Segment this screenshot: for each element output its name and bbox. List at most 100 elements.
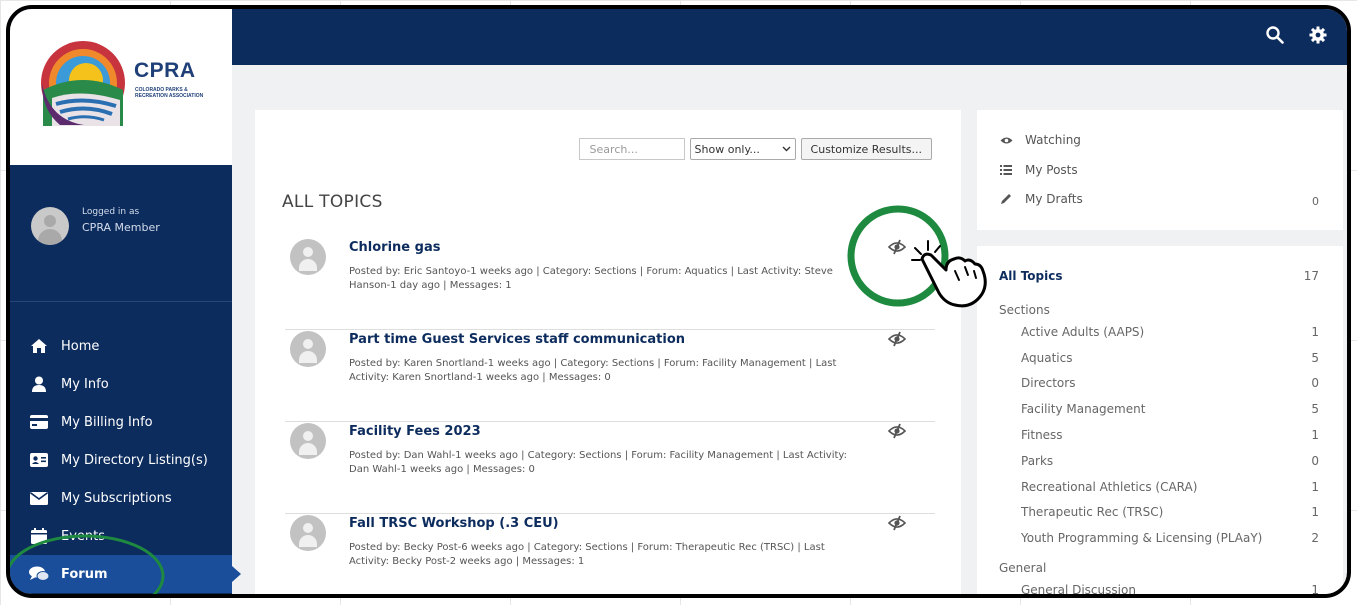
category-name: All Topics	[999, 269, 1063, 283]
user-icon	[29, 376, 49, 392]
show-only-value: Show only...	[694, 142, 760, 156]
category-group-label: General	[999, 561, 1047, 575]
drafts-count: 0	[1312, 195, 1319, 208]
sidebar-item-events[interactable]: Events	[10, 517, 232, 555]
sidebar-item-my-subscriptions[interactable]: My Subscriptions	[10, 479, 232, 517]
logo-name: CPRA	[134, 59, 196, 82]
category-name: Facility Management	[1021, 402, 1146, 416]
user-name: CPRA Member	[82, 221, 160, 234]
credit-card-icon	[29, 414, 49, 430]
sidebar-item-my-info[interactable]: My Info	[10, 365, 232, 403]
category-name: Directors	[1021, 376, 1076, 390]
sidebar-item-home[interactable]: Home	[10, 327, 232, 365]
user-panel[interactable]: Logged in as CPRA Member	[10, 165, 232, 302]
logo-area[interactable]: CPRA COLORADO PARKS & RECREATION ASSOCIA…	[10, 9, 232, 165]
category-count: 0	[1311, 376, 1319, 390]
category-item[interactable]: Aquatics 5	[1021, 351, 1319, 365]
watch-toggle-icon[interactable]	[888, 515, 906, 531]
logged-in-label: Logged in as	[82, 207, 140, 217]
list-icon	[999, 165, 1013, 175]
category-count: 5	[1311, 351, 1319, 365]
topic-item[interactable]: Fall TRSC Workshop (.3 CEU) Posted by: B…	[285, 513, 935, 594]
category-item[interactable]: Active Adults (AAPS) 1	[1021, 325, 1319, 339]
customize-results-button[interactable]: Customize Results...	[800, 138, 932, 160]
topic-meta: Posted by: Karen Snortland-1 weeks ago |…	[349, 358, 837, 383]
category-item[interactable]: General Discussion 1	[1021, 583, 1319, 597]
topic-meta: Posted by: Eric Santoyo-1 weeks ago | Ca…	[349, 266, 833, 291]
topics-toolbar: Show only... Customize Results...	[578, 138, 932, 160]
chevron-down-icon	[782, 146, 791, 152]
sidebar-item-label: My Subscriptions	[61, 490, 172, 506]
category-count: 1	[1311, 505, 1319, 519]
category-group-general[interactable]: General	[999, 561, 1319, 575]
avatar	[31, 207, 69, 245]
category-item[interactable]: Recreational Athletics (CARA) 1	[1021, 480, 1319, 494]
show-only-select[interactable]: Show only...	[689, 138, 796, 160]
topic-title[interactable]: Fall TRSC Workshop (.3 CEU)	[349, 516, 559, 531]
topics-panel: Show only... Customize Results... ALL TO…	[255, 110, 961, 594]
topic-title[interactable]: Chlorine gas	[349, 240, 440, 255]
category-count: 5	[1311, 402, 1319, 416]
category-name: Therapeutic Rec (TRSC)	[1021, 505, 1164, 519]
quick-links-panel: Watching My Posts My Drafts 0	[977, 110, 1343, 230]
topic-item[interactable]: Part time Guest Services staff communica…	[285, 329, 935, 422]
search-icon[interactable]	[1266, 26, 1284, 44]
quick-link-label: My Posts	[1025, 163, 1078, 177]
category-item[interactable]: Facility Management 5	[1021, 402, 1319, 416]
app-window: CPRA COLORADO PARKS & RECREATION ASSOCIA…	[6, 5, 1351, 598]
sidebar-nav: Home My Info My Billing Info My Director…	[10, 327, 241, 593]
category-item[interactable]: Directors 0	[1021, 376, 1319, 390]
envelope-icon	[29, 490, 49, 506]
category-item[interactable]: Therapeutic Rec (TRSC) 1	[1021, 505, 1319, 519]
quick-link-label: My Drafts	[1025, 192, 1083, 206]
category-group-label: Sections	[999, 303, 1050, 317]
avatar	[290, 515, 326, 551]
eye-icon	[999, 136, 1013, 145]
sidebar-item-label: Events	[61, 528, 106, 544]
topic-title[interactable]: Part time Guest Services staff communica…	[349, 332, 685, 347]
quick-link-label: Watching	[1025, 133, 1081, 147]
category-count: 2	[1311, 531, 1319, 545]
category-all-topics[interactable]: All Topics 17	[999, 269, 1319, 283]
sidebar-item-label: My Billing Info	[61, 414, 153, 430]
category-count: 0	[1311, 454, 1319, 468]
logo-subtitle: COLORADO PARKS & RECREATION ASSOCIATION	[135, 87, 204, 99]
gear-icon[interactable]	[1309, 26, 1327, 44]
watch-toggle-icon[interactable]	[888, 423, 906, 439]
avatar	[290, 423, 326, 459]
topic-title[interactable]: Facility Fees 2023	[349, 424, 481, 439]
category-count: 1	[1311, 480, 1319, 494]
quick-link-my-posts[interactable]: My Posts	[999, 163, 1078, 177]
comments-icon	[29, 566, 49, 582]
search-input[interactable]	[578, 138, 685, 160]
category-item[interactable]: Fitness 1	[1021, 428, 1319, 442]
quick-link-my-drafts[interactable]: My Drafts	[999, 192, 1083, 206]
category-count: 1	[1311, 325, 1319, 339]
cpra-logo-icon	[41, 41, 125, 126]
sidebar-item-forum[interactable]: Forum	[10, 555, 241, 593]
sidebar-item-label: Home	[61, 338, 100, 354]
sidebar-item-label: My Directory Listing(s)	[61, 452, 208, 468]
category-item[interactable]: Parks 0	[1021, 454, 1319, 468]
category-name: Aquatics	[1021, 351, 1073, 365]
category-group-sections[interactable]: Sections	[999, 303, 1319, 317]
sidebar-item-my-directory-listings[interactable]: My Directory Listing(s)	[10, 441, 232, 479]
calendar-icon	[29, 528, 49, 544]
topic-item[interactable]: Facility Fees 2023 Posted by: Dan Wahl-1…	[285, 421, 935, 514]
watch-toggle-icon[interactable]	[888, 331, 906, 347]
category-name: Parks	[1021, 454, 1054, 468]
topic-item[interactable]: Chlorine gas Posted by: Eric Santoyo-1 w…	[285, 237, 935, 330]
quick-link-watching[interactable]: Watching	[999, 133, 1081, 147]
pencil-icon	[999, 193, 1013, 205]
watch-toggle-icon[interactable]	[888, 239, 906, 255]
sidebar-item-my-billing-info[interactable]: My Billing Info	[10, 403, 232, 441]
category-item[interactable]: Youth Programming & Licensing (PLAaY) 2	[1021, 531, 1319, 545]
sidebar-item-label: Forum	[61, 566, 108, 582]
category-name: Fitness	[1021, 428, 1063, 442]
topic-meta: Posted by: Dan Wahl-1 weeks ago | Catego…	[349, 450, 847, 475]
section-title: ALL TOPICS	[282, 192, 383, 212]
avatar	[290, 239, 326, 275]
category-count: 1	[1311, 583, 1319, 597]
category-name: Active Adults (AAPS)	[1021, 325, 1145, 339]
sidebar: CPRA COLORADO PARKS & RECREATION ASSOCIA…	[10, 9, 241, 594]
